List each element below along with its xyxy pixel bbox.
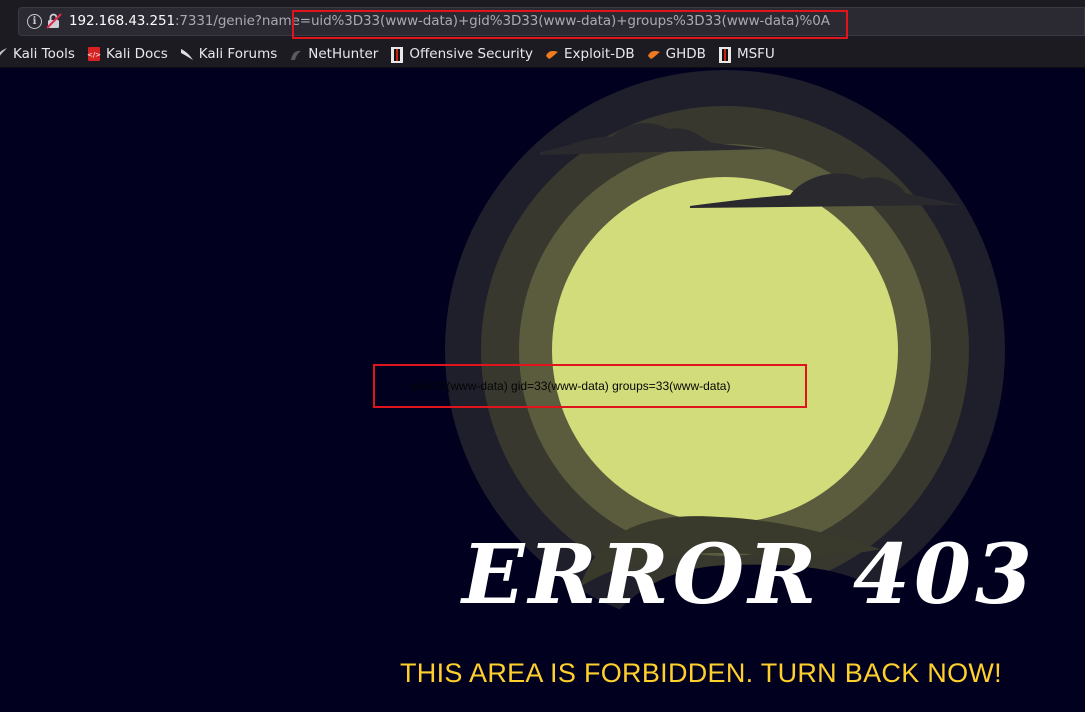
moon: [552, 177, 898, 523]
url-path: :7331/genie?name=uid%3D33(www-data)+gid%…: [174, 13, 830, 29]
bookmark-kali-forums[interactable]: Kali Forums: [180, 45, 278, 62]
nethunter-icon: [289, 47, 303, 61]
bookmark-label: Kali Tools: [13, 45, 75, 62]
offsec-icon: [390, 46, 404, 63]
bookmark-offensive-security[interactable]: Offensive Security: [390, 45, 533, 63]
svg-text:</>: </>: [87, 51, 101, 59]
kali-dragon-icon: [0, 47, 8, 61]
bookmark-nethunter[interactable]: NetHunter: [289, 46, 378, 62]
url-text[interactable]: 192.168.43.251:7331/genie?name=uid%3D33(…: [69, 13, 830, 29]
offsec-icon: [718, 46, 732, 63]
bookmark-label: Kali Docs: [105, 45, 168, 62]
info-icon[interactable]: i: [27, 14, 42, 29]
error-page: uid=33(www-data) gid=33(www-data) groups…: [0, 67, 1085, 712]
url-host: 192.168.43.251: [69, 13, 175, 29]
bookmark-label: Exploit-DB: [563, 45, 635, 62]
insecure-lock-icon[interactable]: [46, 12, 62, 30]
exploit-db-icon: [545, 47, 559, 61]
bookmark-kali-docs[interactable]: </> Kali Docs: [87, 46, 168, 62]
bookmark-label: NetHunter: [308, 45, 379, 62]
bookmark-label: GHDB: [665, 45, 706, 62]
error-title: ERROR 403: [462, 527, 1037, 623]
bookmark-exploit-db[interactable]: Exploit-DB: [545, 46, 635, 62]
bookmark-label: Kali Forums: [198, 45, 278, 62]
bookmarks-toolbar: Kali Tools </> Kali Docs Kali Forums Net…: [0, 40, 1085, 68]
address-bar-row: i 192.168.43.251:7331/genie?name=uid%3D3…: [0, 0, 1085, 40]
bookmark-ghdb[interactable]: GHDB: [647, 46, 706, 62]
kali-dragon-icon: [180, 47, 194, 61]
bookmark-label: Offensive Security: [409, 45, 533, 62]
bookmark-msfu[interactable]: MSFU: [718, 45, 775, 63]
ghdb-icon: [647, 47, 661, 61]
url-bar[interactable]: i 192.168.43.251:7331/genie?name=uid%3D3…: [18, 7, 1085, 36]
kali-docs-icon: </>: [87, 46, 101, 61]
error-subtitle: THIS AREA IS FORBIDDEN. TURN BACK NOW!: [400, 658, 1002, 688]
bookmark-kali-tools[interactable]: Kali Tools: [0, 46, 75, 62]
bookmark-label: MSFU: [736, 45, 775, 62]
command-output: uid=33(www-data) gid=33(www-data) groups…: [410, 379, 731, 393]
